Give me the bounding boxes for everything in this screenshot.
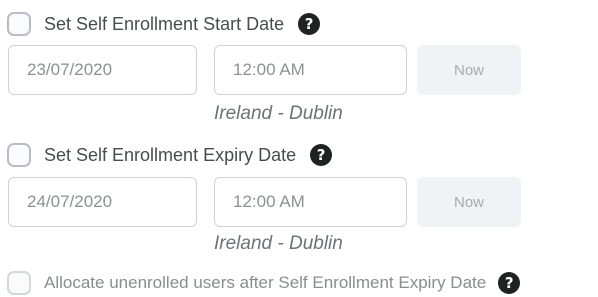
expiry-time-input[interactable]: 12:00 AM xyxy=(214,177,407,227)
allocate-checkbox[interactable] xyxy=(7,271,31,295)
question-circle-icon[interactable]: ? xyxy=(298,13,321,35)
expiry-now-button[interactable]: Now xyxy=(417,177,521,227)
start-date-checkbox-label[interactable]: Set Self Enrollment Start Date xyxy=(44,14,284,35)
expiry-date-input[interactable]: 24/07/2020 xyxy=(8,177,197,227)
expiry-date-row: Set Self Enrollment Expiry Date ? xyxy=(0,143,333,167)
start-date-checkbox[interactable] xyxy=(7,12,31,36)
start-date-row: Set Self Enrollment Start Date ? xyxy=(0,12,321,36)
expiry-date-checkbox[interactable] xyxy=(7,143,31,167)
expiry-timezone-label: Ireland - Dublin xyxy=(214,233,343,254)
start-time-input[interactable]: 12:00 AM xyxy=(214,45,407,95)
allocate-row: Allocate unenrolled users after Self Enr… xyxy=(0,271,521,295)
start-now-button[interactable]: Now xyxy=(417,45,521,95)
expiry-date-checkbox-label[interactable]: Set Self Enrollment Expiry Date xyxy=(44,145,296,166)
start-timezone-label: Ireland - Dublin xyxy=(214,103,343,124)
allocate-checkbox-label[interactable]: Allocate unenrolled users after Self Enr… xyxy=(44,273,486,293)
question-circle-icon[interactable]: ? xyxy=(498,272,521,294)
question-circle-icon[interactable]: ? xyxy=(310,144,333,166)
start-date-input[interactable]: 23/07/2020 xyxy=(8,45,197,95)
